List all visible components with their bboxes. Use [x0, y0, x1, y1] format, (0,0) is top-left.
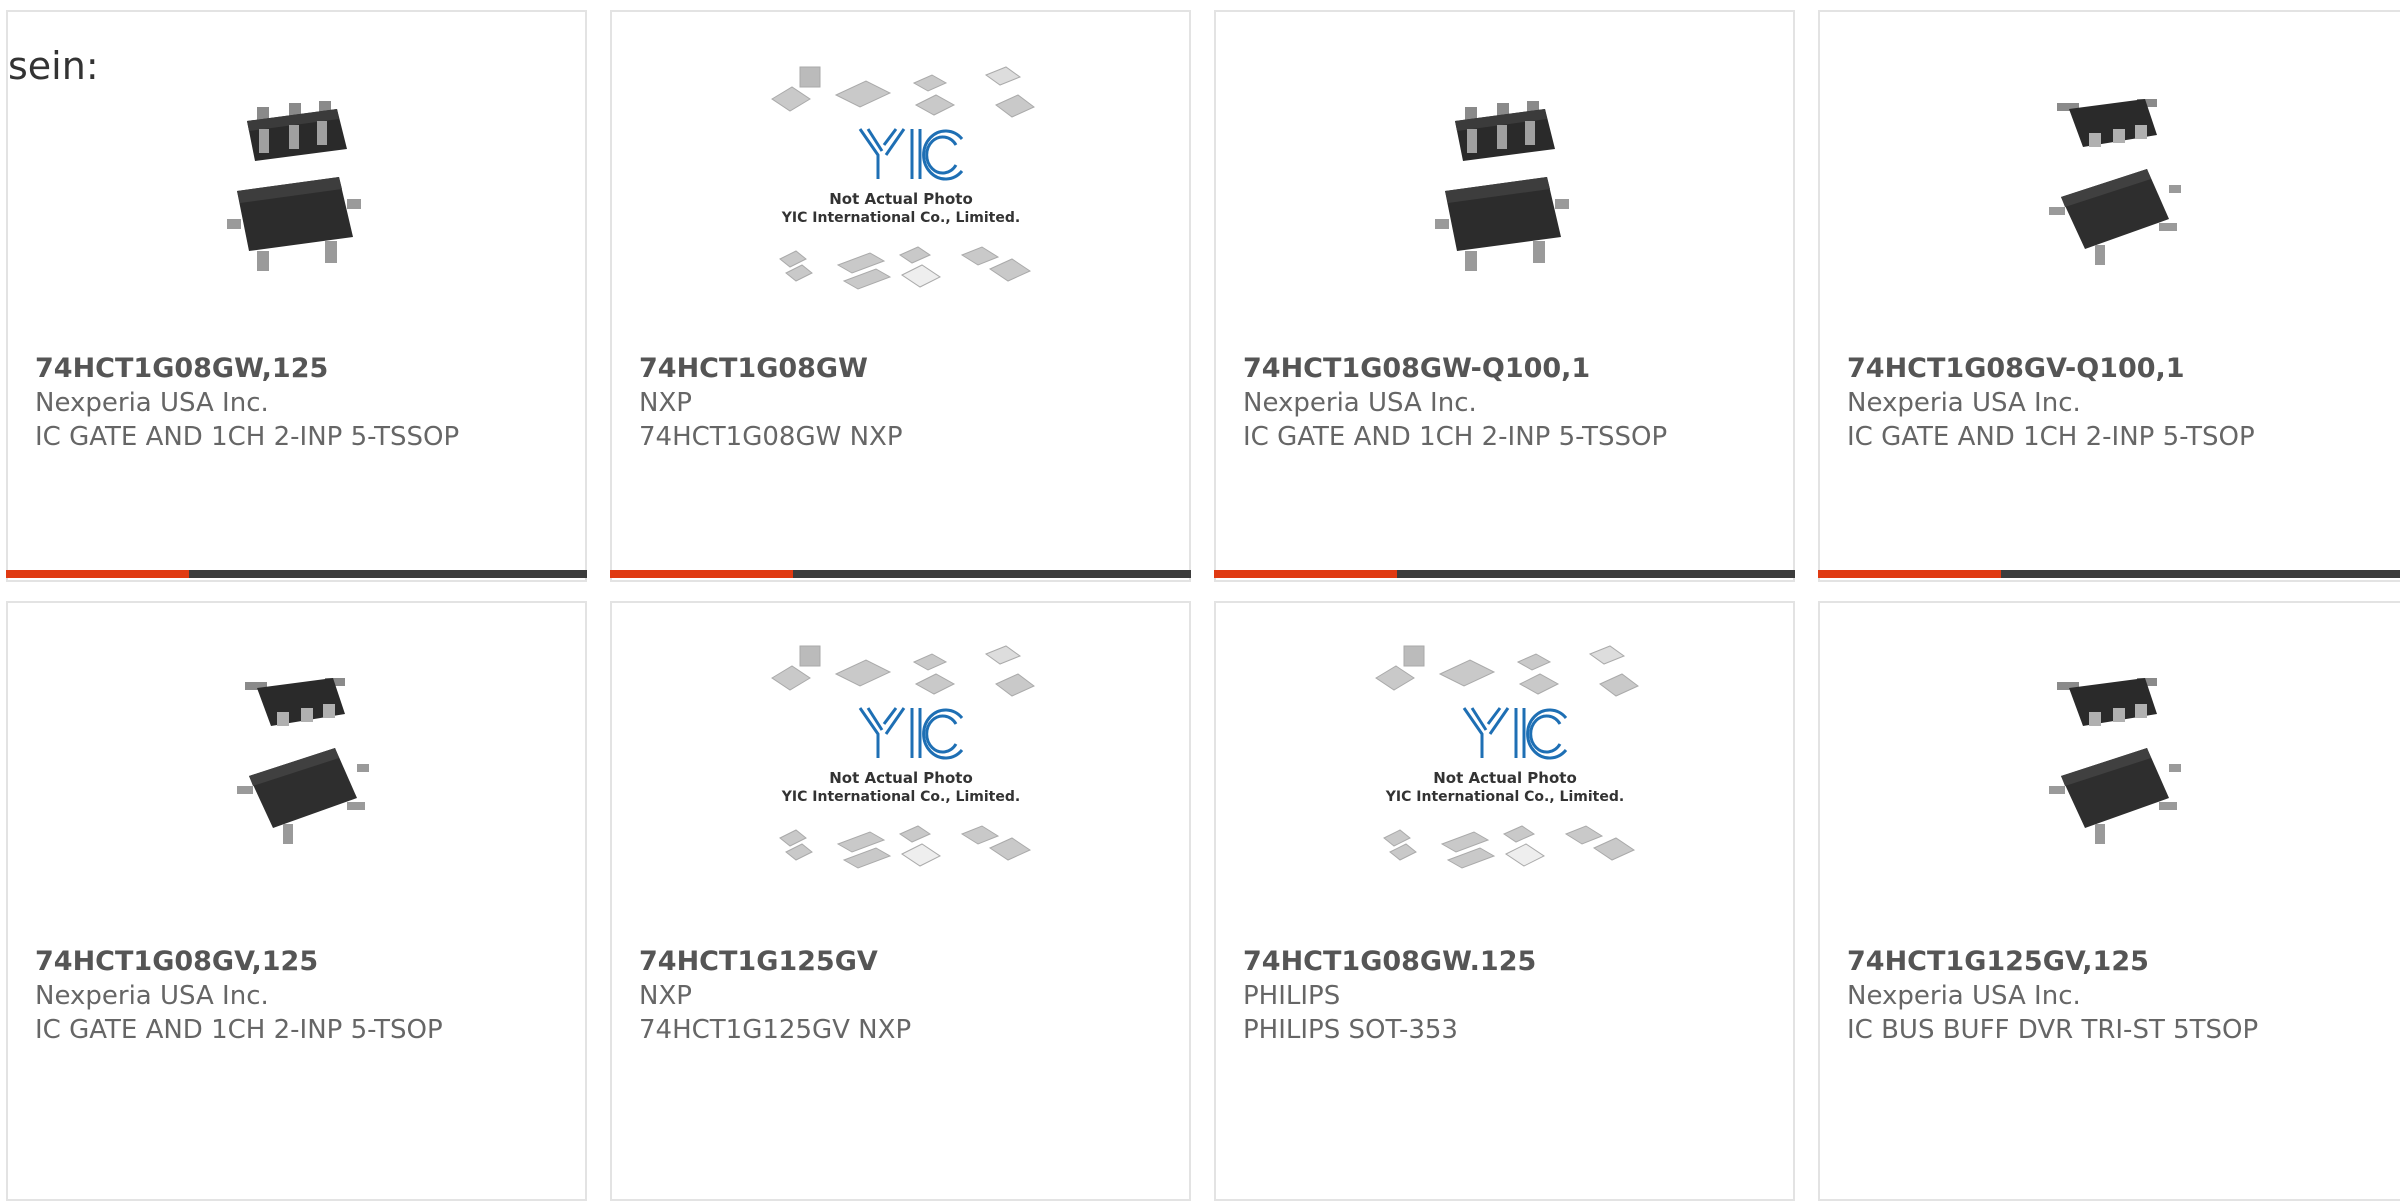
product-image[interactable] — [1820, 74, 2398, 284]
sot-package-angled-icon — [236, 678, 369, 844]
part-number[interactable]: 74HCT1G08GW — [639, 352, 1179, 386]
card-accent — [6, 570, 189, 578]
product-image[interactable]: Not Actual Photo YIC International Co., … — [612, 645, 1189, 869]
description: IC GATE AND 1CH 2-INP 5-TSOP — [1847, 422, 2255, 452]
part-number[interactable]: 74HCT1G08GV-Q100,1 — [1847, 352, 2400, 386]
product-card[interactable]: 74HCT1G08GV-Q100,1 Nexperia USA Inc. IC … — [1818, 10, 2400, 582]
product-card[interactable]: 74HCT1G08GW,125 Nexperia USA Inc. IC GAT… — [6, 10, 587, 582]
description: IC GATE AND 1CH 2-INP 5-TSOP — [35, 1015, 443, 1045]
placeholder-line1: Not Actual Photo — [1433, 769, 1577, 787]
page-lead-text: sein: — [8, 44, 99, 88]
part-number[interactable]: 74HCT1G08GW.125 — [1243, 945, 1783, 979]
product-card[interactable]: Not Actual Photo YIC International Co., … — [610, 10, 1191, 582]
description: PHILIPS SOT-353 — [1243, 1015, 1458, 1045]
not-actual-photo-icon: Not Actual Photo YIC International Co., … — [770, 645, 1035, 869]
manufacturer: NXP — [639, 981, 692, 1011]
description: IC GATE AND 1CH 2-INP 5-TSSOP — [1243, 422, 1668, 452]
product-image[interactable] — [8, 653, 585, 863]
manufacturer: PHILIPS — [1243, 981, 1341, 1011]
product-card[interactable]: 74HCT1G08GV,125 Nexperia USA Inc. IC GAT… — [6, 601, 587, 1201]
product-card[interactable]: 74HCT1G125GV,125 Nexperia USA Inc. IC BU… — [1818, 601, 2400, 1201]
description: 74HCT1G125GV NXP — [639, 1015, 912, 1045]
part-number[interactable]: 74HCT1G125GV,125 — [1847, 945, 2400, 979]
sot-package-angled-icon — [2049, 99, 2181, 265]
sot-package-angled-icon — [2049, 678, 2181, 844]
card-bottom-bar — [1818, 570, 2400, 578]
part-number[interactable]: 74HCT1G08GW-Q100,1 — [1243, 352, 1783, 386]
part-number[interactable]: 74HCT1G08GV,125 — [35, 945, 575, 979]
sot-package-icon — [1434, 101, 1569, 271]
product-image[interactable]: Not Actual Photo YIC International Co., … — [612, 66, 1189, 290]
card-accent — [1214, 570, 1397, 578]
card-accent — [610, 570, 793, 578]
card-bottom-bar — [1214, 570, 1795, 578]
not-actual-photo-icon: Not Actual Photo YIC International Co., … — [1374, 645, 1639, 869]
product-image[interactable] — [8, 74, 585, 284]
sot-package-icon — [196, 79, 397, 279]
description: IC BUS BUFF DVR TRI-ST 5TSOP — [1847, 1015, 2259, 1045]
placeholder-line2: YIC International Co., Limited. — [780, 789, 1019, 805]
description: IC GATE AND 1CH 2-INP 5-TSSOP — [35, 422, 460, 452]
product-card[interactable]: Not Actual Photo YIC International Co., … — [610, 601, 1191, 1201]
product-grid: 74HCT1G08GW,125 Nexperia USA Inc. IC GAT… — [0, 0, 2400, 1201]
manufacturer: Nexperia USA Inc. — [1847, 981, 2081, 1011]
card-bottom-bar — [610, 570, 1191, 578]
manufacturer: Nexperia USA Inc. — [35, 388, 269, 418]
placeholder-line1: Not Actual Photo — [829, 190, 973, 208]
product-image[interactable] — [1820, 653, 2398, 863]
manufacturer: Nexperia USA Inc. — [1847, 388, 2081, 418]
product-image[interactable]: Not Actual Photo YIC International Co., … — [1216, 645, 1793, 869]
part-number[interactable]: 74HCT1G08GW,125 — [35, 352, 575, 386]
manufacturer: Nexperia USA Inc. — [1243, 388, 1477, 418]
part-number[interactable]: 74HCT1G125GV — [639, 945, 1179, 979]
manufacturer: Nexperia USA Inc. — [35, 981, 269, 1011]
product-card[interactable]: Not Actual Photo YIC International Co., … — [1214, 601, 1795, 1201]
card-accent — [1818, 570, 2001, 578]
product-image[interactable] — [1216, 74, 1793, 284]
not-actual-photo-icon: Not Actual Photo YIC International Co., … — [770, 66, 1035, 290]
card-bottom-bar — [6, 570, 587, 578]
placeholder-line2: YIC International Co., Limited. — [780, 210, 1019, 226]
description: 74HCT1G08GW NXP — [639, 422, 903, 452]
placeholder-line1: Not Actual Photo — [829, 769, 973, 787]
product-card[interactable]: 74HCT1G08GW-Q100,1 Nexperia USA Inc. IC … — [1214, 10, 1795, 582]
manufacturer: NXP — [639, 388, 692, 418]
placeholder-line2: YIC International Co., Limited. — [1384, 789, 1623, 805]
